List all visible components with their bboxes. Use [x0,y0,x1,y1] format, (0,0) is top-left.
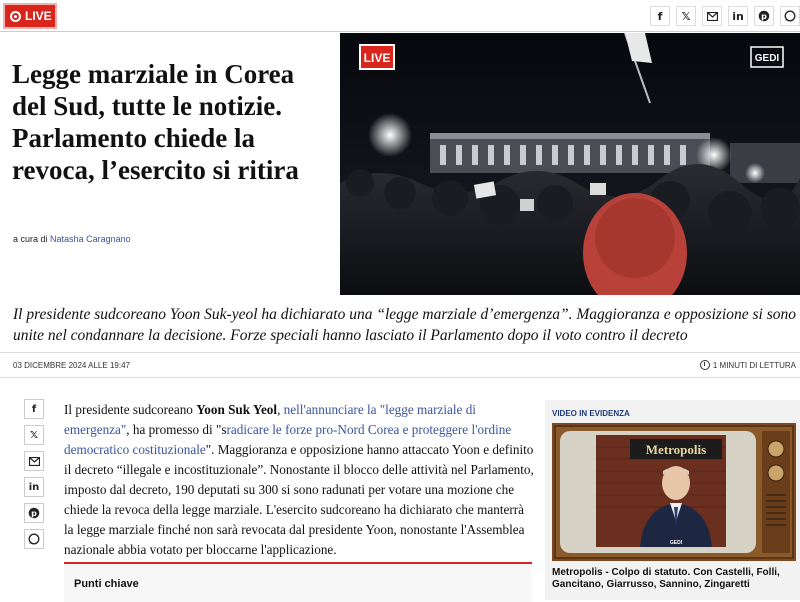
read-time: 1 MINUTI DI LETTURA [699,360,796,370]
article-subheading: Il presidente sudcoreano Yoon Suk-yeol h… [13,306,796,344]
x-icon[interactable]: 𝕏 [676,6,696,26]
clock-icon [699,360,710,370]
whatsapp-icon[interactable] [24,529,44,549]
email-icon[interactable] [24,451,44,471]
svg-text:p: p [761,12,767,21]
byline: a cura di Natasha Caragnano [13,234,131,244]
article-bold-name: Yoon Suk Yeol [196,402,278,417]
key-points-box: Punti chiave [64,562,532,602]
article-text: , ha promesso di "s [126,422,227,437]
article-body: Il presidente sudcoreano Yoon Suk Yeol , … [64,400,534,560]
metropolis-logo: Metropolis [646,442,706,457]
featured-video-thumbnail[interactable]: Metropolis GEDI [552,423,796,561]
facebook-icon[interactable]: f [650,6,670,26]
author-link[interactable]: Natasha Caragnano [50,234,131,244]
key-points-title: Punti chiave [74,578,139,590]
page-title: Legge marziale in Corea del Sud, tutte l… [12,59,299,185]
top-bar: LIVE f 𝕏 in p [0,0,800,32]
article-text: Il presidente sudcoreano [64,402,197,417]
linkedin-icon[interactable]: in [24,477,44,497]
video-live-badge: LIVE [364,51,391,65]
live-dot-icon [10,10,21,22]
email-icon[interactable] [702,6,722,26]
video-logo: GEDI [755,53,780,64]
pinterest-icon[interactable]: p [24,503,44,523]
meta-bar: 03 DICEMBRE 2024 ALLE 19:47 1 MINUTI DI … [0,352,800,378]
publish-date: 03 DICEMBRE 2024 ALLE 19:47 [13,361,130,370]
read-time-label: 1 MINUTI DI LETTURA [712,360,796,370]
tv-illustration: Metropolis GEDI [552,423,796,561]
live-label: LIVE [25,9,52,23]
article-text: , [277,402,284,417]
featured-video-label: VIDEO IN EVIDENZA [552,409,630,418]
article-text: ". Maggioranza e opposizione hanno attac… [64,442,534,557]
byline-prefix: a cura di [13,234,48,244]
live-button[interactable]: LIVE [3,3,57,29]
whatsapp-icon[interactable] [780,6,800,26]
x-icon[interactable]: 𝕏 [24,425,44,445]
share-bar-side: f 𝕏 in p [24,399,44,549]
hero-video[interactable]: LIVE GEDI [340,33,800,295]
pinterest-icon[interactable]: p [754,6,774,26]
facebook-icon[interactable]: f [24,399,44,419]
gedi-logo-small: GEDI [670,540,683,546]
svg-text:p: p [31,509,37,518]
featured-video-panel: VIDEO IN EVIDENZA Metropolis GEDI Metrop… [545,400,800,600]
share-bar-top: f 𝕏 in p [650,6,800,26]
linkedin-icon[interactable]: in [728,6,748,26]
hero-photo: LIVE GEDI [340,33,800,295]
featured-video-caption[interactable]: Metropolis - Colpo di statuto. Con Caste… [552,567,792,590]
